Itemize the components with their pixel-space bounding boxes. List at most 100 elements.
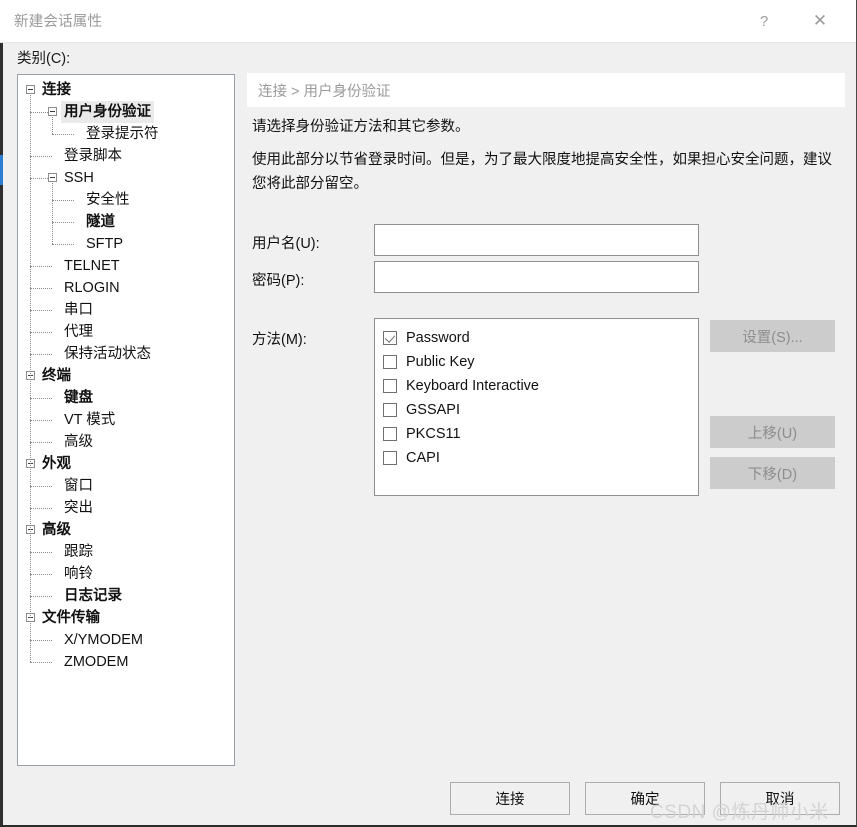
- description-line-2: 使用此部分以节省登录时间。但是，为了最大限度地提高安全性，如果担心安全问题，建议…: [252, 152, 832, 192]
- tree-item[interactable]: 隧道: [18, 211, 234, 233]
- tree-item-label: 隧道: [86, 214, 115, 230]
- left-edge-accent: [0, 155, 3, 185]
- tree-item-label: VT 模式: [64, 412, 116, 428]
- tree-guide-line: [30, 640, 52, 642]
- session-properties-dialog: 新建会话属性 ? ✕ 类别(C): 连接 用户身份验证 登录提示符 登录脚本 SSH 安全…: [0, 0, 857, 827]
- close-icon[interactable]: ✕: [797, 0, 843, 42]
- tree-guide-line: [30, 266, 52, 268]
- password-input[interactable]: [374, 261, 699, 293]
- method-item[interactable]: Password: [383, 326, 698, 350]
- tree-item-label: 安全性: [86, 192, 130, 208]
- help-icon[interactable]: ?: [741, 0, 787, 42]
- tree-item[interactable]: 安全性: [18, 189, 234, 211]
- tree-guide-line: [52, 117, 54, 134]
- method-item-label: Public Key: [406, 354, 475, 370]
- left-edge-strip: [0, 43, 3, 825]
- username-input[interactable]: [374, 224, 699, 256]
- window-title: 新建会话属性: [14, 14, 103, 30]
- tree-guide-line: [30, 662, 52, 664]
- username-label: 用户名(U):: [252, 236, 320, 252]
- method-item-label: PKCS11: [406, 426, 461, 442]
- method-item[interactable]: Keyboard Interactive: [383, 374, 698, 398]
- tree-guide-line: [30, 178, 48, 180]
- tree-item-label: SSH: [64, 170, 94, 186]
- checkbox-icon[interactable]: [383, 403, 397, 417]
- checkbox-icon[interactable]: [383, 355, 397, 369]
- tree-guide-line: [30, 288, 52, 290]
- tree-item-label: X/YMODEM: [64, 632, 143, 648]
- breadcrumb: 连接 > 用户身份验证: [247, 73, 845, 107]
- tree-guide-line: [30, 508, 52, 510]
- method-item[interactable]: Public Key: [383, 350, 698, 374]
- tree-guide-line: [52, 244, 74, 246]
- methods-list[interactable]: Password Public Key Keyboard Interactive GS…: [374, 318, 699, 496]
- tree-item[interactable]: 登录提示符: [18, 123, 234, 145]
- tree-guide-line: [30, 156, 52, 158]
- description-line-1: 请选择身份验证方法和其它参数。: [252, 119, 470, 135]
- tree-item-label: TELNET: [64, 258, 120, 274]
- tree-item-label: 串口: [64, 302, 93, 318]
- tree-guide-line: [30, 623, 32, 662]
- tree-item-label: ZMODEM: [64, 654, 129, 670]
- method-item-label: CAPI: [406, 450, 440, 466]
- tree-item-label: 窗口: [64, 478, 93, 494]
- tree-item-label: 代理: [64, 324, 93, 340]
- tree-guide-line: [52, 222, 74, 224]
- move-up-button[interactable]: 上移(U): [710, 416, 835, 448]
- method-item-label: Password: [406, 330, 470, 346]
- method-item-label: Keyboard Interactive: [406, 378, 539, 394]
- tree-item[interactable]: 外观: [18, 453, 234, 475]
- tree-item-label: 文件传输: [42, 610, 100, 626]
- tree-item[interactable]: 高级: [18, 519, 234, 541]
- tree-item-label: 日志记录: [64, 588, 122, 604]
- tree-guide-line: [30, 574, 52, 576]
- tree-guide-line: [30, 95, 32, 618]
- method-item-label: GSSAPI: [406, 402, 460, 418]
- tree-item-label: 跟踪: [64, 544, 93, 560]
- title-bar: 新建会话属性 ? ✕: [0, 0, 856, 43]
- method-item[interactable]: GSSAPI: [383, 398, 698, 422]
- checkbox-icon[interactable]: [383, 379, 397, 393]
- tree-item-label: 用户身份验证: [61, 101, 154, 123]
- connect-button[interactable]: 连接: [450, 782, 570, 815]
- ok-button[interactable]: 确定: [585, 782, 705, 815]
- tree-item[interactable]: 用户身份验证: [18, 101, 234, 123]
- tree-guide-line: [30, 354, 52, 356]
- method-item[interactable]: PKCS11: [383, 422, 698, 446]
- tree-item[interactable]: 连接: [18, 79, 234, 101]
- checkbox-icon[interactable]: [383, 427, 397, 441]
- category-label: 类别(C):: [17, 51, 71, 67]
- tree-item-label: 登录脚本: [64, 148, 122, 164]
- tree-item-label: SFTP: [86, 236, 124, 252]
- cancel-button[interactable]: 取消: [720, 782, 840, 815]
- tree-item-label: 键盘: [64, 390, 93, 406]
- tree-item-label: 登录提示符: [86, 126, 159, 142]
- tree-guide-line: [30, 486, 52, 488]
- category-tree[interactable]: 连接用户身份验证登录提示符登录脚本 SSH 安全性隧道 SFTP TELNET RLOGI…: [17, 74, 235, 766]
- tree-guide-line: [30, 596, 52, 598]
- tree-guide-line: [30, 442, 52, 444]
- tree-item-label: 高级: [42, 522, 71, 538]
- tree-guide-line: [30, 332, 52, 334]
- move-down-button[interactable]: 下移(D): [710, 457, 835, 489]
- tree-item-label: 连接: [42, 82, 71, 98]
- tree-guide-line: [30, 552, 52, 554]
- tree-item[interactable]: SSH: [18, 167, 234, 189]
- tree-guide-line: [30, 310, 52, 312]
- tree-item[interactable]: 终端: [18, 365, 234, 387]
- checkbox-icon[interactable]: [383, 451, 397, 465]
- tree-item-label: 终端: [42, 368, 71, 384]
- tree-item[interactable]: SFTP: [18, 233, 234, 255]
- tree-guide-line: [30, 420, 52, 422]
- tree-guide-line: [52, 134, 74, 136]
- tree-item-label: 外观: [42, 456, 71, 472]
- tree-item[interactable]: 文件传输: [18, 607, 234, 629]
- tree-item-label: 保持活动状态: [64, 346, 151, 362]
- tree-item-label: 突出: [64, 500, 93, 516]
- methods-label: 方法(M):: [252, 332, 307, 348]
- settings-button[interactable]: 设置(S)...: [710, 320, 835, 352]
- method-item[interactable]: CAPI: [383, 446, 698, 470]
- tree-guide-line: [30, 112, 48, 114]
- tree-item-label: RLOGIN: [64, 280, 120, 296]
- checkbox-checked-icon[interactable]: [383, 331, 397, 345]
